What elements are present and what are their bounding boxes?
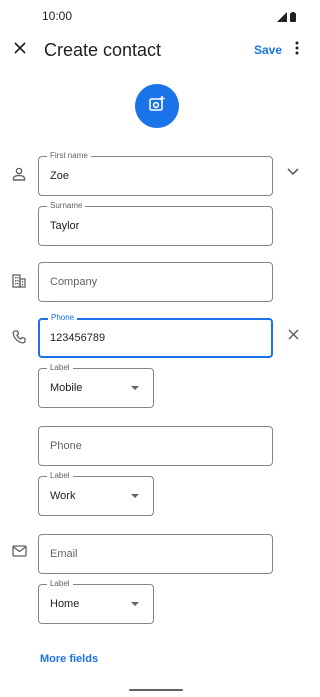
- email-placeholder: Email: [50, 548, 78, 560]
- status-time: 10:00: [42, 9, 73, 23]
- surname-value: Taylor: [50, 220, 80, 232]
- more-fields-button[interactable]: More fields: [40, 653, 98, 665]
- more-options-button[interactable]: [290, 40, 304, 60]
- home-indicator[interactable]: [129, 689, 183, 691]
- email-type-label: Label: [47, 579, 73, 589]
- phone-field-2[interactable]: Phone: [38, 426, 273, 466]
- more-vert-icon: [295, 41, 299, 60]
- business-icon: [10, 272, 28, 290]
- surname-label: Surname: [47, 201, 86, 211]
- phone-label: Phone: [48, 313, 78, 323]
- first-name-label: First name: [47, 151, 91, 161]
- expand-name-button[interactable]: [283, 164, 303, 180]
- mail-icon: [10, 542, 28, 560]
- add-photo-button[interactable]: [135, 84, 179, 128]
- phone-value: 123456789: [50, 332, 106, 344]
- phone-type-dropdown[interactable]: Label Mobile: [38, 363, 154, 408]
- close-button[interactable]: [9, 40, 31, 60]
- phone-type-label: Label: [47, 363, 73, 373]
- chevron-down-icon: [287, 163, 299, 181]
- status-icons: [277, 9, 296, 27]
- phone-2-type-dropdown[interactable]: Label Work: [38, 471, 154, 516]
- dropdown-arrow-icon: [131, 602, 139, 606]
- page-title: Create contact: [44, 40, 162, 60]
- battery-icon: [290, 9, 296, 27]
- add-photo-icon: [148, 95, 166, 118]
- email-field[interactable]: Email: [38, 534, 273, 574]
- dropdown-arrow-icon: [131, 386, 139, 390]
- person-icon: [10, 165, 28, 183]
- dropdown-arrow-icon: [131, 494, 139, 498]
- phone-2-placeholder: Phone: [50, 440, 82, 452]
- phone-2-type-value: Work: [50, 490, 76, 502]
- email-type-dropdown[interactable]: Label Home: [38, 579, 154, 624]
- save-button[interactable]: Save: [254, 43, 282, 57]
- phone-type-value: Mobile: [50, 382, 83, 394]
- surname-field[interactable]: Surname Taylor: [38, 201, 273, 246]
- signal-icon: [277, 9, 287, 27]
- close-icon: [287, 327, 299, 345]
- company-placeholder: Company: [50, 276, 98, 288]
- phone-2-type-label: Label: [47, 471, 73, 481]
- phone-field[interactable]: Phone 123456789: [38, 313, 273, 358]
- email-type-value: Home: [50, 598, 80, 610]
- first-name-field[interactable]: First name Zoe: [38, 151, 273, 196]
- company-field[interactable]: Company: [38, 262, 273, 302]
- close-icon: [14, 41, 26, 59]
- phone-icon: [10, 328, 28, 346]
- first-name-value: Zoe: [50, 170, 69, 182]
- clear-phone-button[interactable]: [284, 327, 302, 345]
